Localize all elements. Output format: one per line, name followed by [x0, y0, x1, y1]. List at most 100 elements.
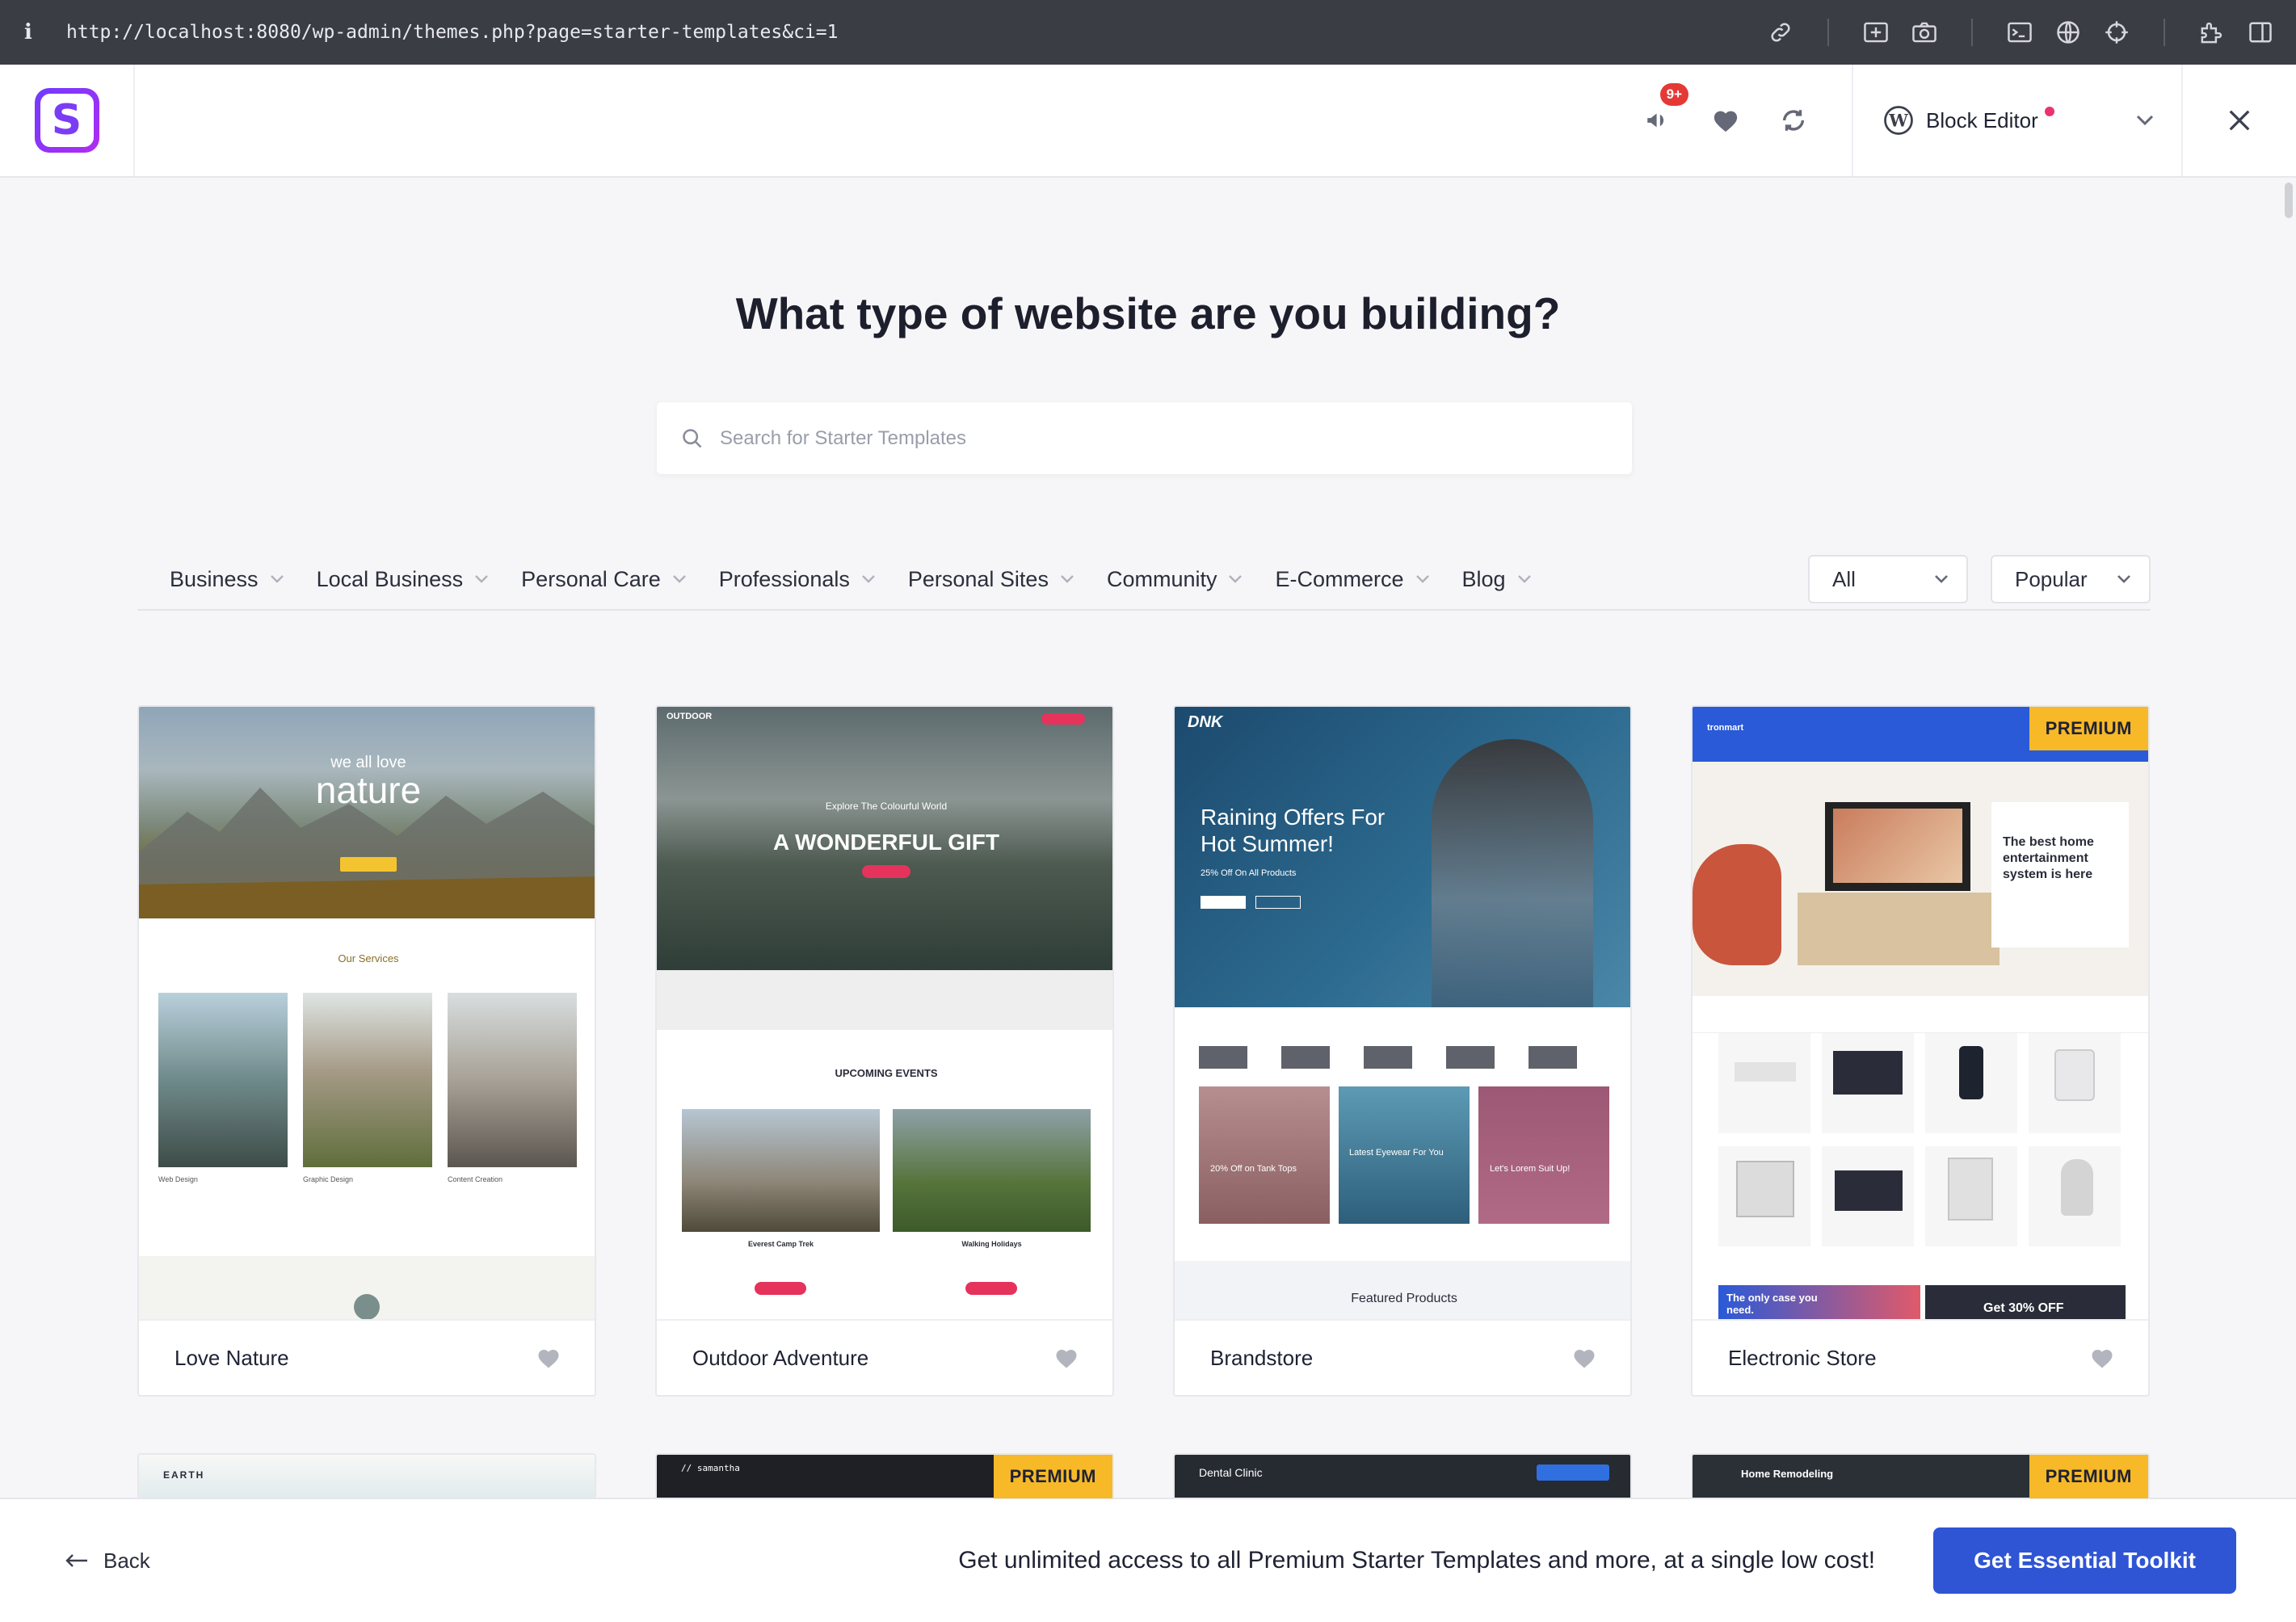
template-title: Outdoor Adventure — [692, 1345, 869, 1370]
template-title: Love Nature — [175, 1345, 289, 1370]
page-title: What type of website are you building? — [735, 288, 1561, 338]
logo-container: S — [0, 65, 135, 176]
template-title: Electronic Store — [1728, 1345, 1877, 1370]
template-preview[interactable]: DNK Raining Offers For Hot Summer! 25% O… — [1175, 707, 1630, 1319]
hero-sub: 25% Off On All Products — [1201, 868, 1297, 878]
heart-icon[interactable] — [1054, 1347, 1079, 1369]
favorites-button[interactable] — [1709, 104, 1742, 137]
logo-letter: S — [40, 94, 94, 147]
template-card-earth[interactable]: EARTH — [137, 1453, 596, 1502]
category-professionals[interactable]: Professionals — [687, 567, 876, 592]
category-local-business[interactable]: Local Business — [284, 567, 490, 592]
screenshot-icon[interactable] — [1860, 16, 1892, 48]
globe-icon[interactable] — [2052, 16, 2084, 48]
category-blog[interactable]: Blog — [1430, 567, 1532, 592]
category-personal-sites[interactable]: Personal Sites — [876, 567, 1074, 592]
search-icon — [683, 428, 702, 448]
browser-toolbar: i http://localhost:8080/wp-admin/themes.… — [0, 0, 2296, 65]
camera-icon[interactable] — [1908, 16, 1941, 48]
starter-templates-logo[interactable]: S — [34, 88, 99, 153]
card-footer: Electronic Store — [1693, 1319, 2148, 1395]
template-card-samantha[interactable]: // samantha PREMIUM — [655, 1453, 1114, 1502]
brand: tronmart — [1707, 723, 1744, 733]
notifications-badge: 9+ — [1659, 83, 1688, 106]
brand: // samantha — [681, 1463, 740, 1473]
template-preview[interactable]: tronmart The best home entertainment sys… — [1693, 707, 2148, 1319]
card-footer: Brandstore — [1175, 1319, 1630, 1395]
scrollbar[interactable] — [2285, 183, 2293, 218]
event-2: Walking Holidays — [961, 1240, 1022, 1248]
eyebrow: Explore The Colourful World — [825, 800, 948, 812]
category-business[interactable]: Business — [137, 567, 284, 592]
wordpress-icon: W — [1884, 106, 1913, 135]
category-filter-bar: Business Local Business Personal Care Pr… — [137, 549, 2151, 611]
chevron-down-icon — [2136, 115, 2154, 126]
event-1: Everest Camp Trek — [747, 1240, 814, 1248]
template-card-electronic-store[interactable]: PREMIUM tronmart The best home entertain… — [1691, 705, 2150, 1397]
heart-icon[interactable] — [536, 1347, 561, 1369]
address-bar[interactable]: http://localhost:8080/wp-admin/themes.ph… — [66, 22, 1764, 43]
chevron-down-icon — [1935, 575, 1948, 583]
app-header: S 9+ W Block Editor — [0, 65, 2296, 178]
extensions-icon[interactable] — [2196, 16, 2228, 48]
brand: Home Remodeling — [1741, 1468, 1834, 1480]
svg-text:W: W — [1888, 111, 1908, 131]
sort-select[interactable]: Popular — [1991, 555, 2151, 603]
tile-1: 20% Off on Tank Tops — [1210, 1164, 1297, 1174]
refresh-icon — [1782, 110, 1805, 131]
tile-3: Let's Lorem Suit Up! — [1490, 1164, 1571, 1174]
template-card-outdoor-adventure[interactable]: OUTDOOR Explore The Colourful World A WO… — [655, 705, 1114, 1397]
close-icon — [2229, 110, 2250, 131]
sidebar-icon[interactable] — [2244, 16, 2277, 48]
template-card-brandstore[interactable]: DNK Raining Offers For Hot Summer! 25% O… — [1173, 705, 1632, 1397]
template-title: Brandstore — [1210, 1345, 1314, 1370]
premium-badge: PREMIUM — [2029, 707, 2148, 750]
megaphone-icon — [1647, 113, 1664, 128]
category-label: Professionals — [718, 566, 850, 591]
search-input[interactable] — [720, 427, 1608, 450]
service-1: Web Design — [158, 1175, 198, 1183]
heart-icon[interactable] — [1572, 1347, 1596, 1369]
notifications-button[interactable]: 9+ — [1642, 83, 1688, 137]
sync-button[interactable] — [1777, 104, 1810, 137]
hero-headline: The best home entertainment system is he… — [2003, 835, 2094, 881]
category-label: Blog — [1461, 566, 1506, 591]
page-builder-select[interactable]: W Block Editor — [1852, 65, 2183, 176]
template-card-love-nature[interactable]: we all love nature Our Services Web Desi… — [137, 705, 596, 1397]
chevron-down-icon — [475, 575, 489, 583]
section-title: UPCOMING EVENTS — [835, 1067, 938, 1079]
category-e-commerce[interactable]: E-Commerce — [1243, 567, 1429, 592]
template-preview[interactable]: OUTDOOR Explore The Colourful World A WO… — [657, 707, 1112, 1319]
back-label: Back — [103, 1548, 150, 1573]
service-2: Graphic Design — [303, 1175, 354, 1183]
chevron-down-icon — [2117, 575, 2130, 583]
template-card-home-remodeling[interactable]: Home Remodeling PREMIUM — [1691, 1453, 2150, 1502]
crosshair-icon[interactable] — [2100, 16, 2133, 48]
heart-icon[interactable] — [2090, 1347, 2114, 1369]
card-footer: Love Nature — [139, 1319, 595, 1395]
type-filter-select[interactable]: All — [1808, 555, 1968, 603]
hero-line-2: nature — [315, 769, 422, 811]
category-community[interactable]: Community — [1074, 567, 1243, 592]
info-icon[interactable]: i — [24, 20, 66, 44]
link-icon[interactable] — [1764, 16, 1797, 48]
premium-badge: PREMIUM — [2029, 1455, 2148, 1498]
type-filter-value: All — [1832, 566, 1856, 591]
category-label: E-Commerce — [1275, 566, 1404, 591]
section-title: Our Services — [338, 952, 399, 964]
terminal-icon[interactable] — [2004, 16, 2036, 48]
premium-badge: PREMIUM — [993, 1455, 1112, 1498]
back-button[interactable]: Back — [65, 1548, 150, 1574]
search-box[interactable] — [657, 402, 1632, 474]
category-label: Business — [170, 566, 259, 591]
category-personal-care[interactable]: Personal Care — [489, 567, 687, 592]
get-essential-toolkit-button[interactable]: Get Essential Toolkit — [1933, 1527, 2236, 1594]
template-card-dental-clinic[interactable]: Dental Clinic — [1173, 1453, 1632, 1502]
close-button[interactable] — [2183, 65, 2296, 176]
bottom-bar: Back Get unlimited access to all Premium… — [0, 1498, 2296, 1622]
template-preview[interactable]: we all love nature Our Services Web Desi… — [139, 707, 595, 1319]
category-label: Community — [1106, 566, 1217, 591]
hero-headline: A WONDERFUL GIFT — [773, 830, 999, 855]
brand: OUTDOOR — [667, 712, 713, 721]
chevron-down-icon — [1061, 575, 1074, 583]
